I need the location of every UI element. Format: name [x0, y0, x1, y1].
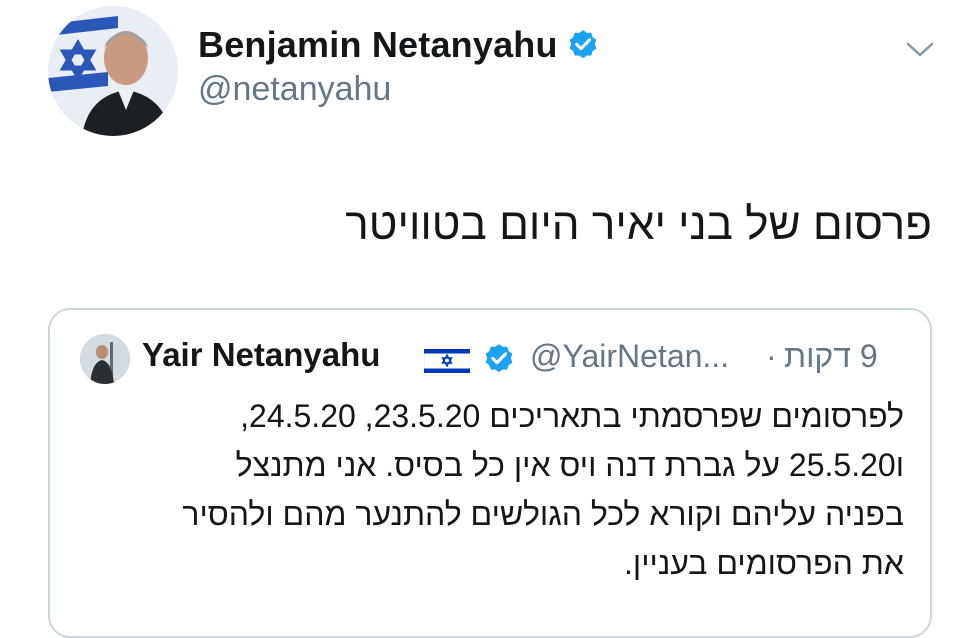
- quoted-text-line: לפרסומים שפרסמתי בתאריכים 23.5.20, 24.5.…: [240, 398, 904, 434]
- quoted-handle[interactable]: @YairNetan...: [530, 338, 729, 375]
- author-avatar[interactable]: [48, 6, 178, 136]
- quoted-display-name[interactable]: Yair Netanyahu: [142, 336, 380, 374]
- meta-separator: ·: [766, 338, 777, 374]
- quoted-author-avatar[interactable]: [80, 334, 130, 384]
- tweet-text: פרסום של בני יאיר היום בטוויטר: [345, 200, 932, 249]
- quoted-text-line: את הפרסומים בעניין.: [624, 545, 904, 581]
- author-handle[interactable]: @netanyahu: [198, 70, 391, 109]
- quoted-tweet[interactable]: Yair Netanyahu @YairNetan... · 9 דקות לפ…: [48, 308, 932, 638]
- author-display-name[interactable]: Benjamin Netanyahu: [198, 24, 558, 66]
- quoted-text-line: בפניה עליהם וקורא לכל הגולשים להתנער מהם…: [182, 496, 904, 532]
- chevron-down-icon[interactable]: [900, 34, 940, 64]
- tweet-card: Benjamin Netanyahu @netanyahu פרסום של ב…: [0, 0, 980, 638]
- israel-flag-icon: [423, 345, 471, 377]
- author-name-row: Benjamin Netanyahu: [198, 22, 600, 68]
- quoted-timestamp[interactable]: 9 דקות: [784, 338, 896, 375]
- verified-badge-icon: [566, 28, 600, 62]
- quoted-text-line: ו25.5.20 על גברת דנה ויס אין כל בסיס. אנ…: [235, 447, 904, 483]
- quoted-verified-badge-icon: [482, 342, 516, 376]
- quoted-tweet-text: לפרסומים שפרסמתי בתאריכים 23.5.20, 24.5.…: [94, 392, 904, 588]
